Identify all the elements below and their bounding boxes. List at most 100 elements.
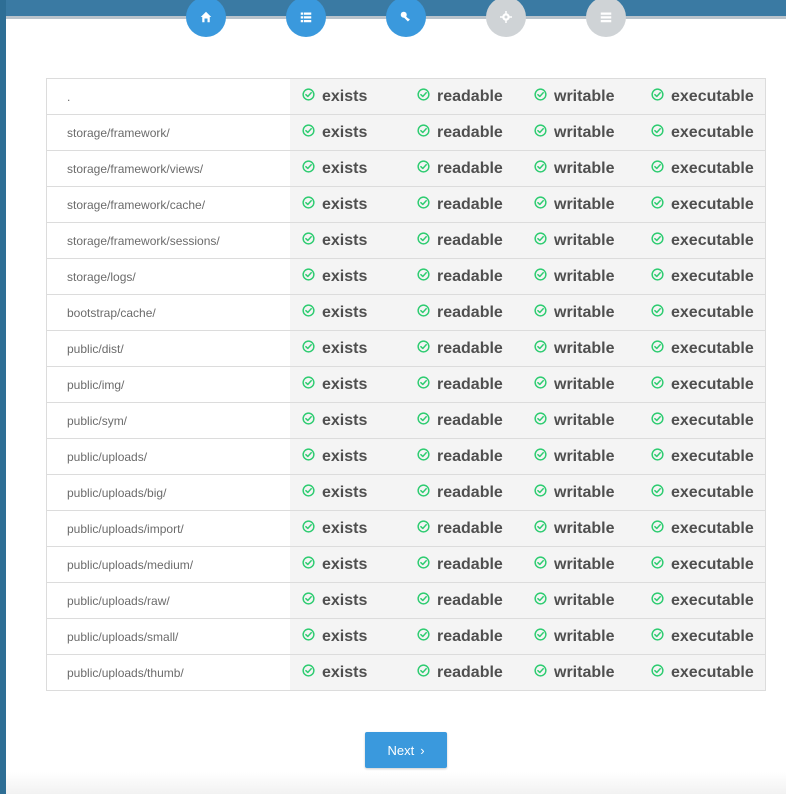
status-readable: readable [417, 403, 503, 438]
status-label: readable [437, 195, 503, 213]
check-circle-icon [534, 88, 547, 101]
path-cell: storage/framework/ [47, 115, 290, 150]
step-database[interactable] [586, 0, 626, 37]
status-label: writable [554, 663, 615, 681]
status-area: exists readable writable executable [290, 79, 765, 114]
status-exists: exists [302, 259, 367, 294]
status-exists: exists [302, 367, 367, 402]
status-writable: writable [534, 79, 614, 114]
check-circle-icon [651, 196, 664, 209]
status-area: exists readable writable executable [290, 403, 765, 438]
status-area: exists readable writable executable [290, 439, 765, 474]
table-row: storage/framework/views/exists readable wr… [47, 151, 765, 187]
permissions-table: . exists readable writable executable storage… [46, 78, 766, 691]
path-cell: public/img/ [47, 367, 290, 402]
status-label: executable [671, 123, 754, 141]
status-readable: readable [417, 115, 503, 150]
status-label: executable [671, 303, 754, 321]
status-writable: writable [534, 583, 614, 618]
status-writable: writable [534, 295, 614, 330]
status-executable: executable [651, 79, 754, 114]
status-label: writable [554, 267, 615, 285]
status-exists: exists [302, 223, 367, 258]
status-readable: readable [417, 259, 503, 294]
status-label: readable [437, 519, 503, 537]
table-row: public/uploads/big/exists readable writabl… [47, 475, 765, 511]
table-row: bootstrap/cache/exists readable writable ex… [47, 295, 765, 331]
check-circle-icon [302, 448, 315, 461]
path-cell: storage/logs/ [47, 259, 290, 294]
status-executable: executable [651, 583, 754, 618]
check-circle-icon [417, 268, 430, 281]
status-label: executable [671, 411, 754, 429]
status-exists: exists [302, 295, 367, 330]
path-cell: public/uploads/medium/ [47, 547, 290, 582]
check-circle-icon [417, 664, 430, 677]
check-circle-icon [534, 412, 547, 425]
table-row: public/sym/exists readable writable executa… [47, 403, 765, 439]
check-circle-icon [651, 232, 664, 245]
step-environment[interactable] [486, 0, 526, 37]
table-row: public/uploads/import/exists readable writ… [47, 511, 765, 547]
status-area: exists readable writable executable [290, 619, 765, 654]
step-permissions[interactable] [386, 0, 426, 37]
check-circle-icon [534, 484, 547, 497]
status-readable: readable [417, 547, 503, 582]
status-readable: readable [417, 151, 503, 186]
check-circle-icon [302, 88, 315, 101]
status-executable: executable [651, 259, 754, 294]
status-exists: exists [302, 655, 367, 690]
path-cell: public/uploads/big/ [47, 475, 290, 510]
status-writable: writable [534, 547, 614, 582]
chevron-right-icon: › [420, 742, 425, 758]
status-area: exists readable writable executable [290, 547, 765, 582]
check-circle-icon [651, 268, 664, 281]
status-area: exists readable writable executable [290, 223, 765, 258]
status-label: writable [554, 87, 615, 105]
status-executable: executable [651, 547, 754, 582]
check-circle-icon [651, 340, 664, 353]
status-writable: writable [534, 367, 614, 402]
step-home[interactable] [186, 0, 226, 37]
table-row: public/uploads/medium/exists readable writ… [47, 547, 765, 583]
status-writable: writable [534, 439, 614, 474]
database-icon [600, 12, 612, 23]
check-circle-icon [417, 484, 430, 497]
status-label: executable [671, 375, 754, 393]
status-label: executable [671, 195, 754, 213]
status-area: exists readable writable executable [290, 331, 765, 366]
status-label: readable [437, 375, 503, 393]
status-label: writable [554, 519, 615, 537]
status-area: exists readable writable executable [290, 583, 765, 618]
next-button[interactable]: Next › [365, 732, 447, 768]
status-writable: writable [534, 223, 614, 258]
check-circle-icon [651, 628, 664, 641]
status-exists: exists [302, 583, 367, 618]
status-area: exists readable writable executable [290, 655, 765, 690]
status-executable: executable [651, 187, 754, 222]
check-circle-icon [651, 376, 664, 389]
check-circle-icon [534, 304, 547, 317]
status-writable: writable [534, 619, 614, 654]
status-executable: executable [651, 295, 754, 330]
installer-panel: . exists readable writable executable storage… [6, 0, 786, 794]
status-label: executable [671, 627, 754, 645]
table-row: public/uploads/thumb/exists readable writa… [47, 655, 765, 690]
path-cell: public/uploads/thumb/ [47, 655, 290, 690]
check-circle-icon [302, 124, 315, 137]
check-circle-icon [651, 664, 664, 677]
check-circle-icon [302, 556, 315, 569]
check-circle-icon [417, 376, 430, 389]
check-circle-icon [651, 520, 664, 533]
check-circle-icon [651, 160, 664, 173]
table-row: storage/framework/sessions/exists readabl… [47, 223, 765, 259]
status-label: exists [322, 267, 368, 285]
status-writable: writable [534, 115, 614, 150]
status-exists: exists [302, 439, 367, 474]
status-executable: executable [651, 511, 754, 546]
status-label: writable [554, 447, 615, 465]
check-circle-icon [534, 448, 547, 461]
status-label: readable [437, 231, 503, 249]
step-requirements[interactable] [286, 0, 326, 37]
check-circle-icon [302, 628, 315, 641]
